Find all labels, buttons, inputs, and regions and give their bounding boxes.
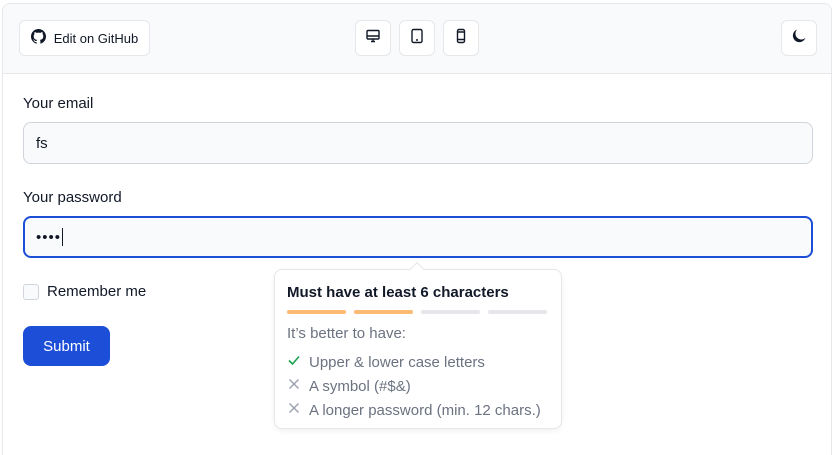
desktop-view-button[interactable] bbox=[355, 20, 391, 56]
edit-on-github-label: Edit on GitHub bbox=[53, 30, 139, 46]
password-field[interactable]: •••• bbox=[23, 216, 813, 258]
strength-bar bbox=[488, 310, 547, 314]
popover-title: Must have at least 6 characters bbox=[287, 284, 509, 301]
check-icon bbox=[287, 353, 301, 371]
password-label: Your password bbox=[23, 189, 122, 206]
requirement-label: A longer password (min. 12 chars.) bbox=[309, 401, 541, 419]
email-value: fs bbox=[36, 134, 48, 152]
strength-bar bbox=[421, 310, 480, 314]
requirement-item: A symbol (#$&) bbox=[287, 374, 541, 398]
remember-me-checkbox[interactable] bbox=[23, 283, 39, 300]
moon-icon bbox=[791, 28, 807, 49]
requirement-item: A longer password (min. 12 chars.) bbox=[287, 398, 541, 422]
remember-me-label: Remember me bbox=[47, 283, 147, 300]
toolbar: Edit on GitHub bbox=[3, 4, 831, 74]
strength-meter bbox=[287, 310, 547, 314]
strength-bar bbox=[287, 310, 346, 314]
text-caret bbox=[62, 228, 64, 246]
popover-arrow bbox=[409, 261, 425, 277]
theme-toggle-button[interactable] bbox=[781, 20, 817, 56]
edit-on-github-button[interactable]: Edit on GitHub bbox=[19, 20, 150, 56]
desktop-icon bbox=[365, 28, 381, 49]
tablet-icon bbox=[409, 28, 425, 49]
mobile-icon bbox=[453, 28, 469, 49]
preview-frame: Edit on GitHub Your email fs Your passwo… bbox=[2, 3, 832, 455]
requirement-item: Upper & lower case letters bbox=[287, 350, 541, 374]
requirement-label: A symbol (#$&) bbox=[309, 377, 411, 395]
x-icon bbox=[287, 401, 301, 419]
x-icon bbox=[287, 377, 301, 395]
requirements-list: Upper & lower case letters A symbol (#$&… bbox=[287, 350, 541, 422]
submit-button[interactable]: Submit bbox=[23, 326, 110, 366]
github-icon bbox=[30, 29, 46, 47]
strength-bar bbox=[354, 310, 413, 314]
mobile-view-button[interactable] bbox=[443, 20, 479, 56]
tablet-view-button[interactable] bbox=[399, 20, 435, 56]
email-field[interactable]: fs bbox=[23, 122, 813, 164]
remember-me[interactable]: Remember me bbox=[23, 283, 146, 300]
password-strength-popover: Must have at least 6 characters It’s bet… bbox=[274, 261, 562, 429]
email-label: Your email bbox=[23, 95, 94, 112]
requirement-label: Upper & lower case letters bbox=[309, 353, 485, 371]
password-value: •••• bbox=[36, 228, 62, 246]
popover-subtitle: It’s better to have: bbox=[287, 325, 406, 342]
